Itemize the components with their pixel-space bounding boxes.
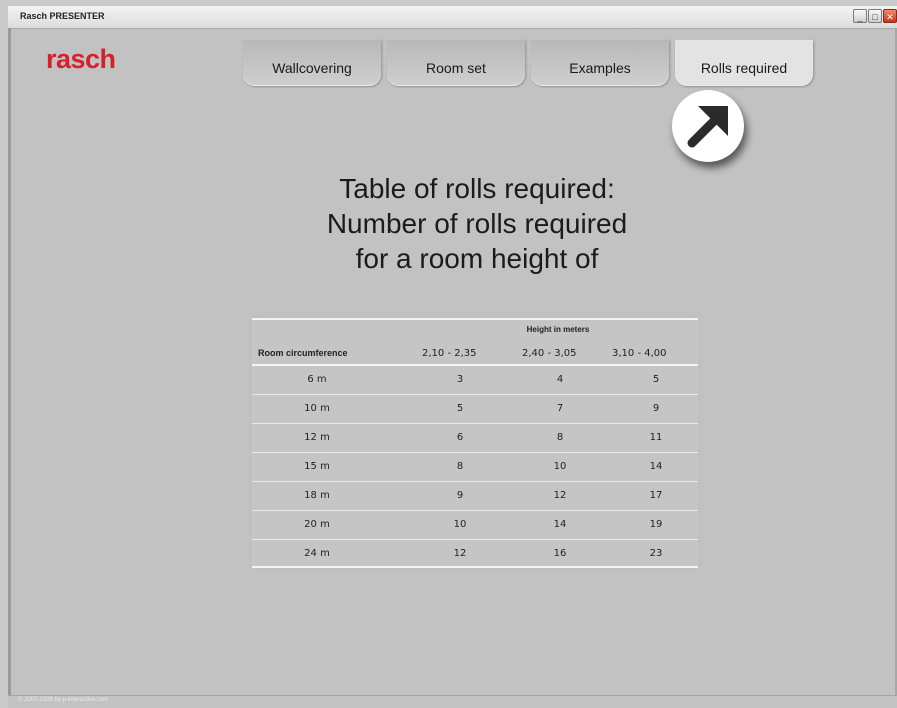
cell-value: 19 [649, 519, 663, 530]
cell-value: 11 [649, 432, 663, 443]
cell-circumference: 20 m [304, 519, 330, 530]
table-bottom-rule [252, 566, 698, 568]
tab-rolls-required[interactable]: Rolls required [675, 40, 813, 86]
cell-value: 4 [556, 374, 564, 385]
height-group-header: Height in meters [526, 325, 590, 334]
cell-value: 8 [456, 461, 464, 472]
table-row: 18 m 9 12 17 [252, 482, 698, 510]
cell-circumference: 24 m [304, 548, 330, 559]
copyright-text: © 2007-2008 by p-interactive.com [18, 697, 109, 703]
window-controls: _ □ ✕ [853, 9, 897, 23]
cell-circumference: 12 m [304, 432, 330, 443]
cell-value: 9 [652, 403, 660, 414]
heading-line-1: Table of rolls required: [339, 173, 615, 204]
column-header-height-3: 3,10 - 4,00 [612, 348, 667, 359]
cell-value: 23 [649, 548, 663, 559]
cell-value: 14 [553, 519, 567, 530]
heading-line-3: for a room height of [355, 243, 599, 274]
column-header-circumference: Room circumference [258, 348, 348, 358]
cell-value: 7 [556, 403, 564, 414]
cell-value: 10 [453, 519, 467, 530]
cell-value: 17 [649, 490, 663, 501]
window-title: Rasch PRESENTER [20, 11, 105, 21]
cell-value: 12 [553, 490, 567, 501]
column-header-height-2: 2,40 - 3,05 [522, 348, 577, 359]
cell-circumference: 15 m [304, 461, 330, 472]
app-window: Rasch PRESENTER _ □ ✕ rasch Wallcovering… [8, 6, 897, 708]
cell-value: 12 [453, 548, 467, 559]
cell-circumference: 18 m [304, 490, 330, 501]
column-header-height-1: 2,10 - 2,35 [422, 348, 477, 359]
cell-circumference: 10 m [304, 403, 330, 414]
cell-value: 5 [652, 374, 660, 385]
table-top-rule [252, 318, 698, 320]
table-row: 15 m 8 10 14 [252, 453, 698, 481]
table-row: 12 m 6 8 11 [252, 424, 698, 452]
cell-circumference: 6 m [307, 374, 327, 385]
tab-wallcovering[interactable]: Wallcovering [243, 40, 381, 86]
tab-room-set[interactable]: Room set [387, 40, 525, 86]
heading-line-2: Number of rolls required [326, 208, 628, 239]
tab-examples[interactable]: Examples [531, 40, 669, 86]
table-row: 20 m 10 14 19 [252, 511, 698, 539]
cell-value: 3 [456, 374, 464, 385]
arrow-up-right-icon [687, 106, 728, 148]
cell-value: 14 [649, 461, 663, 472]
footer-bar: © 2007-2008 by p-interactive.com [8, 695, 897, 708]
table-row: 10 m 5 7 9 [252, 395, 698, 423]
cell-value: 9 [456, 490, 464, 501]
window-frame-left [8, 28, 11, 708]
maximize-button[interactable]: □ [868, 9, 882, 23]
page-heading: Table of rolls required: Number of rolls… [278, 171, 676, 276]
close-button[interactable]: ✕ [883, 9, 897, 23]
cell-value: 16 [553, 548, 567, 559]
rolls-table: Height in meters Room circumference 2,10… [252, 318, 698, 568]
cell-value: 10 [553, 461, 567, 472]
title-bar: Rasch PRESENTER _ □ ✕ [8, 6, 897, 29]
arrow-button[interactable] [672, 90, 744, 162]
cell-value: 6 [456, 432, 464, 443]
cell-value: 8 [556, 432, 564, 443]
table-row: 6 m 3 4 5 [252, 366, 698, 394]
table-row: 24 m 12 16 23 [252, 540, 698, 568]
cell-value: 5 [456, 403, 464, 414]
minimize-button[interactable]: _ [853, 9, 867, 23]
rasch-logo: rasch [46, 44, 116, 74]
